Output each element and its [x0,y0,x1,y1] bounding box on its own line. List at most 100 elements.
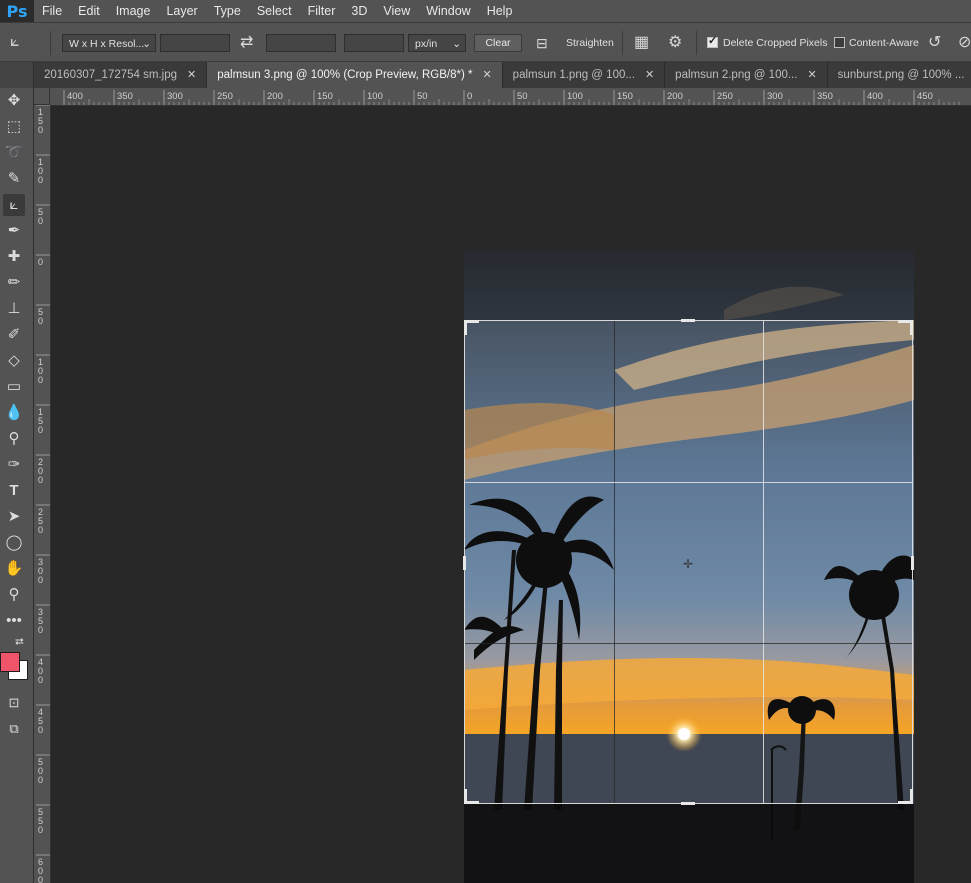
menu-layer[interactable]: Layer [158,0,205,22]
ruler-label: 150 [617,91,633,102]
cancel-icon[interactable]: ⊘ [958,32,971,54]
ruler-label: 400 [67,91,83,102]
ruler-origin[interactable] [34,88,50,105]
crop-handle-bottom-right[interactable] [898,789,913,804]
close-tab-icon[interactable]: ✕ [807,62,816,88]
ruler-label-char: 0 [38,875,43,883]
content-aware-checkbox[interactable] [834,37,845,48]
ruler-label: 250 [717,91,733,102]
history-brush-tool-icon[interactable]: ✐ [3,324,25,346]
ruler-label-char: 0 [38,316,43,326]
crop-handle-bottom[interactable] [681,802,695,805]
zoom-tool-icon[interactable]: ⚲ [3,584,25,606]
crop-tool-icon[interactable]: ⟀ [10,33,32,51]
ratio-preset-select[interactable]: W x H x Resol... ⌄ [62,34,156,52]
ruler-label-char: 0 [38,475,43,485]
document-tab[interactable]: palmsun 2.png @ 100... ✕ [665,62,828,88]
hand-tool-icon[interactable]: ✋ [3,558,25,580]
ruler-label: 100 [567,91,583,102]
ruler-ticks: 400 350 300 250 200 150 100 50 0 50 100 150 200 250 30… [63,90,960,105]
marquee-tool-icon[interactable]: ⬚ [3,116,25,138]
divider [622,31,623,55]
crop-handle-top[interactable] [681,319,695,322]
ruler-label: 200 [667,91,683,102]
ruler-label-char: 0 [38,425,43,435]
width-input[interactable] [160,34,230,52]
close-tab-icon[interactable]: ✕ [645,62,654,88]
content-aware-label[interactable]: Content-Aware [849,34,919,52]
menu-window[interactable]: Window [418,0,478,22]
tab-label: palmsun 3.png @ 100% (Crop Preview, RGB/… [217,69,473,81]
ruler-label-char: 0 [38,125,43,135]
pen-tool-icon[interactable]: ✑ [3,454,25,476]
dodge-tool-icon[interactable]: ⚲ [3,428,25,450]
blur-tool-icon[interactable]: 💧 [3,402,25,424]
resolution-unit-select[interactable]: px/in ⌄ [408,34,466,52]
delete-cropped-checkbox[interactable] [707,34,718,48]
clear-button[interactable]: Clear [474,34,522,52]
crop-handle-top-left[interactable] [464,320,479,335]
crop-handle-bottom-left[interactable] [464,789,479,804]
menu-filter[interactable]: Filter [300,0,344,22]
vertical-ruler[interactable]: 1501005005010015020025030035040045050055… [34,105,51,883]
crop-grid-line [614,321,615,803]
document-tab[interactable]: palmsun 3.png @ 100% (Crop Preview, RGB/… [207,62,503,88]
document-tab[interactable]: palmsun 1.png @ 100... ✕ [503,62,666,88]
resolution-input[interactable] [344,34,404,52]
crop-tool-icon[interactable]: ⟀ [3,194,25,216]
brush-tool-icon[interactable]: ✏ [3,272,25,294]
chevron-down-icon: ⌄ [452,38,461,50]
clone-stamp-tool-icon[interactable]: ⊥ [3,298,25,320]
panel-grip[interactable] [0,62,33,88]
crop-handle-left[interactable] [463,556,466,570]
lasso-tool-icon[interactable]: ➰ [3,142,25,164]
menu-edit[interactable]: Edit [70,0,108,22]
menu-3d[interactable]: 3D [343,0,375,22]
straighten-icon[interactable]: ⊟ [536,32,548,54]
menu-type[interactable]: Type [206,0,249,22]
menu-view[interactable]: View [375,0,418,22]
path-selection-tool-icon[interactable]: ➤ [3,506,25,528]
ruler-label: 400 [867,91,883,102]
delete-cropped-label[interactable]: Delete Cropped Pixels [723,34,827,52]
eyedropper-tool-icon[interactable]: ✒ [3,220,25,242]
crop-handle-right[interactable] [911,556,914,570]
foreground-color-swatch[interactable] [0,652,20,672]
menu-image[interactable]: Image [108,0,159,22]
crop-grid-line [465,482,912,483]
menu-help[interactable]: Help [479,0,521,22]
quick-mask-icon[interactable]: ⊡ [3,692,25,714]
quick-selection-tool-icon[interactable]: ✎ [3,168,25,190]
menu-file[interactable]: File [34,0,70,22]
swap-icon[interactable]: ⇄ [240,32,253,54]
height-input[interactable] [266,34,336,52]
crop-handle-top-right[interactable] [898,320,913,335]
healing-brush-tool-icon[interactable]: ✚ [3,246,25,268]
straighten-label[interactable]: Straighten [566,34,614,52]
eraser-tool-icon[interactable]: ◇ [3,350,25,372]
ellipse-tool-icon[interactable]: ◯ [3,532,25,554]
divider [50,31,51,55]
document-tab[interactable]: sunburst.png @ 100% ...✕ [828,62,971,88]
swap-colors-icon[interactable]: ⮂ [15,636,24,649]
gradient-tool-icon[interactable]: ▭ [3,376,25,398]
ruler-label: 50 [517,91,528,102]
close-tab-icon[interactable]: ✕ [187,62,196,88]
document-tab[interactable]: 20160307_172754 sm.jpg ✕ [34,62,208,88]
ruler-label: 250 [217,91,233,102]
move-tool-icon[interactable]: ✥ [3,90,25,112]
tab-label: sunburst.png @ 100% ... [837,69,965,81]
screen-mode-icon[interactable]: ⧉ [3,718,25,740]
menu-select[interactable]: Select [249,0,300,22]
gear-icon[interactable]: ⚙ [668,32,682,54]
ruler-label-char: 0 [38,725,43,735]
horizontal-ruler[interactable]: 400 350 300 250 200 150 100 50 0 50 100 150 200 250 30… [50,88,971,106]
more-tools-icon[interactable]: ••• [3,610,25,632]
crop-center-icon: ✛ [683,557,694,571]
ruler-ticks: 1501005005010015020025030035040045050055… [36,105,50,883]
overlay-grid-icon[interactable]: ▦ [634,32,649,54]
type-tool-icon[interactable]: T [3,480,25,502]
close-tab-icon[interactable]: ✕ [482,62,491,88]
reset-icon[interactable]: ↺ [928,32,941,54]
ruler-label: 200 [267,91,283,102]
